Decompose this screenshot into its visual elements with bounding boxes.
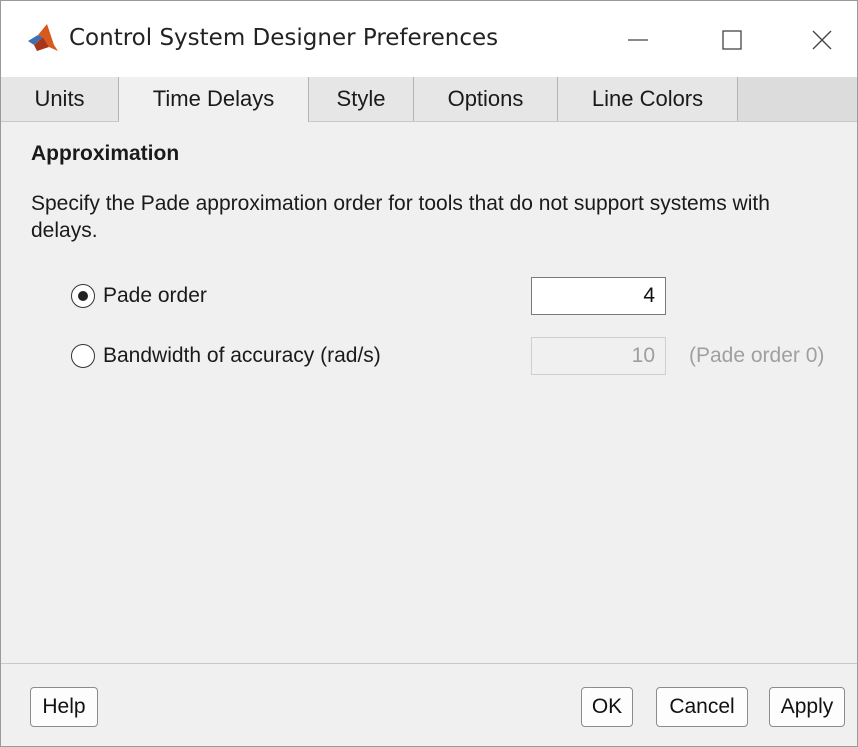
minimize-icon [628,39,648,41]
window-title: Control System Designer Preferences [69,25,499,51]
maximize-icon [722,30,742,50]
pade-order-radio[interactable] [71,284,95,308]
description-text: Specify the Pade approximation order for… [31,192,770,242]
cancel-button[interactable]: Cancel [656,687,748,727]
matlab-logo-icon [27,23,59,53]
bandwidth-option[interactable]: Bandwidth of accuracy (rad/s) [71,341,381,371]
pade-order-field[interactable]: 4 [531,277,666,315]
pade-order-label: Pade order [103,284,207,307]
apply-button[interactable]: Apply [769,687,845,727]
help-button[interactable]: Help [30,687,98,727]
tab-line-colors[interactable]: Line Colors [558,77,738,121]
pade-order-hint: (Pade order 0) [689,344,825,367]
title-bar: Control System Designer Preferences [1,1,857,77]
minimize-button[interactable] [610,15,666,65]
tab-options[interactable]: Options [414,77,558,121]
bandwidth-radio[interactable] [71,344,95,368]
close-icon [812,30,832,50]
maximize-button[interactable] [704,15,760,65]
section-title: Approximation [31,142,180,165]
ok-button[interactable]: OK [581,687,633,727]
bandwidth-label: Bandwidth of accuracy (rad/s) [103,344,381,367]
bandwidth-field: 10 [531,337,666,375]
tab-time-delays[interactable]: Time Delays [119,77,309,122]
pade-order-option[interactable]: Pade order [71,281,207,311]
tab-style[interactable]: Style [309,77,414,121]
tab-units[interactable]: Units [1,77,119,121]
tab-strip: Units Time Delays Style Options Line Col… [1,77,857,122]
preferences-dialog: Control System Designer Preferences Unit… [0,0,858,747]
footer-divider [1,663,857,664]
time-delays-panel: Approximation Specify the Pade approxima… [1,122,857,662]
close-button[interactable] [794,15,850,65]
